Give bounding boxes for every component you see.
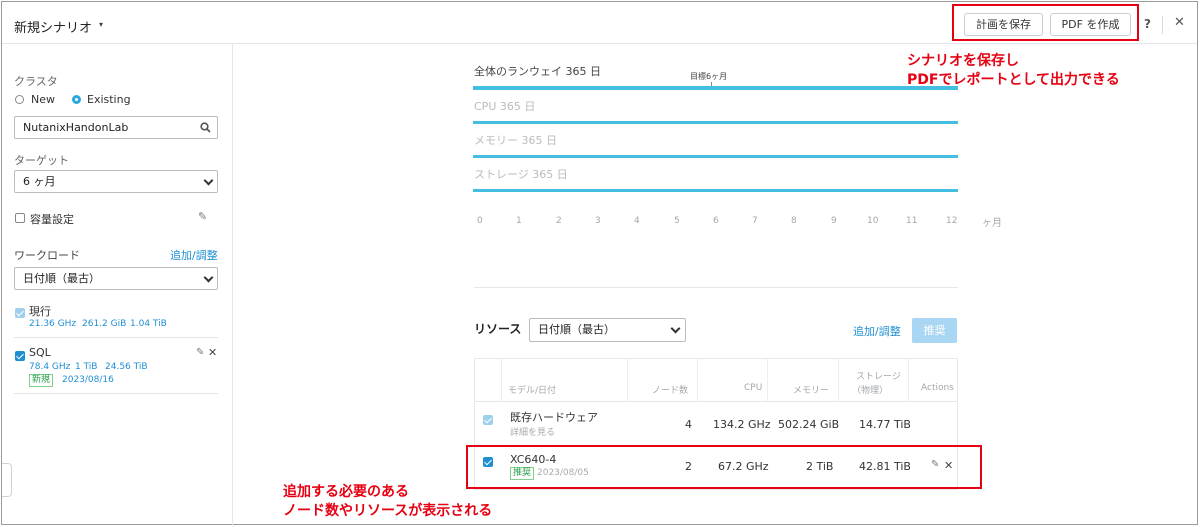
cluster-value: NutanixHandonLab (23, 121, 129, 134)
row-checkbox[interactable] (483, 415, 493, 425)
annotation-text: PDFでレポートとして出力できる (907, 72, 1120, 88)
workload-checkbox[interactable] (15, 351, 25, 361)
workload-storage: 1.04 TiB (130, 319, 167, 329)
x-axis-tick: 3 (595, 216, 601, 226)
workload-checkbox[interactable] (15, 308, 25, 318)
chevron-down-icon (670, 323, 681, 334)
cluster-existing-label: Existing (87, 93, 131, 106)
workload-cpu: 21.36 GHz (29, 319, 77, 329)
chevron-down-icon (203, 175, 214, 186)
annotation-text: ノード数やリソースが表示される (283, 503, 493, 519)
column-header: ノード数 (652, 386, 689, 396)
column-header: Actions (921, 383, 954, 393)
workload-sort-value: 日付順（最古） (23, 272, 100, 285)
edit-icon[interactable]: ✎ (198, 210, 207, 223)
cluster-search-input[interactable]: NutanixHandonLab (14, 116, 218, 139)
workload-label: ワークロード (14, 249, 80, 262)
details-link[interactable]: 詳細を見る (510, 425, 555, 438)
annotation-box-resource-row (466, 445, 982, 489)
resize-handle[interactable] (2, 463, 12, 497)
x-axis-tick: 6 (713, 216, 719, 226)
x-axis-tick: 9 (831, 216, 837, 226)
annotation-text: シナリオを保存し (907, 53, 1019, 69)
overall-runway-label: 全体のランウェイ 365 日 (474, 65, 601, 78)
x-axis-tick: 11 (906, 216, 918, 226)
scenario-sidebar: クラスタ New Existing NutanixHandonLab ターゲット… (2, 44, 233, 525)
resources-title: リソース (474, 322, 522, 336)
row-model: 既存ハードウェア (510, 411, 598, 424)
x-axis-tick: 5 (674, 216, 680, 226)
column-header: モデル/日付 (508, 386, 557, 396)
header-divider (1162, 16, 1163, 34)
row-storage: 14.77 TiB (859, 418, 911, 431)
chevron-down-icon (203, 272, 214, 283)
target-value: 6 ヶ月 (23, 175, 56, 188)
close-icon[interactable]: ✕ (1174, 15, 1185, 30)
capacity-checkbox[interactable] (15, 213, 25, 223)
column-header: ストレージ (856, 372, 901, 382)
cluster-label: クラスタ (14, 75, 58, 88)
recommend-button[interactable]: 推奨 (912, 318, 957, 343)
resource-sort-value: 日付順（最古） (538, 323, 615, 336)
row-nodes: 4 (685, 418, 692, 431)
annotation-box-header-buttons (952, 4, 1139, 41)
workload-add-link[interactable]: 追加/調整 (170, 247, 218, 263)
x-axis-tick: 4 (634, 216, 640, 226)
cluster-new-radio[interactable] (15, 95, 24, 104)
column-header: メモリー (793, 386, 830, 396)
cpu-runway-label: CPU 365 日 (474, 100, 536, 113)
x-axis-tick: 2 (556, 216, 562, 226)
storage-runway-label: ストレージ 365 日 (474, 168, 568, 181)
edit-icon[interactable]: ✎ (196, 347, 204, 358)
x-axis-tick: 12 (946, 216, 958, 226)
cluster-existing-radio[interactable] (72, 95, 81, 104)
help-icon[interactable]: ? (1144, 17, 1151, 31)
new-badge: 新規 (29, 374, 54, 387)
overall-runway-bar (473, 86, 958, 90)
delete-icon[interactable]: ✕ (208, 346, 217, 359)
chevron-down-icon[interactable]: ▾ (99, 20, 103, 29)
x-axis-tick: 8 (791, 216, 797, 226)
target-label: ターゲット (14, 154, 69, 167)
workload-memory: 1 TiB (75, 362, 98, 372)
workload-storage: 24.56 TiB (105, 362, 148, 372)
workload-memory: 261.2 GiB (82, 319, 127, 329)
memory-runway-bar (473, 155, 958, 158)
cpu-runway-bar (473, 121, 958, 124)
storage-runway-bar (473, 189, 958, 192)
annotation-text: 追加する必要のある (283, 484, 409, 500)
scenario-title[interactable]: 新規シナリオ (14, 17, 92, 36)
divider (14, 393, 218, 394)
row-cpu: 134.2 GHz (713, 418, 771, 431)
column-header: （物理） (852, 386, 889, 396)
target-marker-label: 目標6ヶ月 (690, 72, 728, 81)
resource-sort-select[interactable]: 日付順（最古） (529, 318, 686, 342)
x-axis-tick: 1 (516, 216, 522, 226)
workload-sort-select[interactable]: 日付順（最古） (14, 267, 218, 290)
workload-name: SQL (29, 346, 51, 359)
column-header: CPU (744, 383, 763, 393)
divider (14, 337, 218, 338)
workload-name: 現行 (29, 305, 51, 318)
x-axis-unit: ヶ月 (982, 218, 1002, 229)
cluster-new-label: New (31, 93, 55, 106)
x-axis-tick: 0 (477, 216, 483, 226)
x-axis-tick: 7 (752, 216, 758, 226)
search-icon[interactable] (200, 117, 211, 140)
workload-date: 2023/08/16 (62, 375, 114, 385)
resource-add-link[interactable]: 追加/調整 (853, 323, 901, 339)
capacity-label: 容量設定 (30, 213, 74, 226)
memory-runway-label: メモリー 365 日 (474, 134, 557, 147)
divider (474, 287, 958, 288)
workload-cpu: 78.4 GHz (29, 362, 71, 372)
target-select[interactable]: 6 ヶ月 (14, 170, 218, 193)
row-memory: 502.24 GiB (778, 418, 840, 431)
x-axis-tick: 10 (867, 216, 879, 226)
